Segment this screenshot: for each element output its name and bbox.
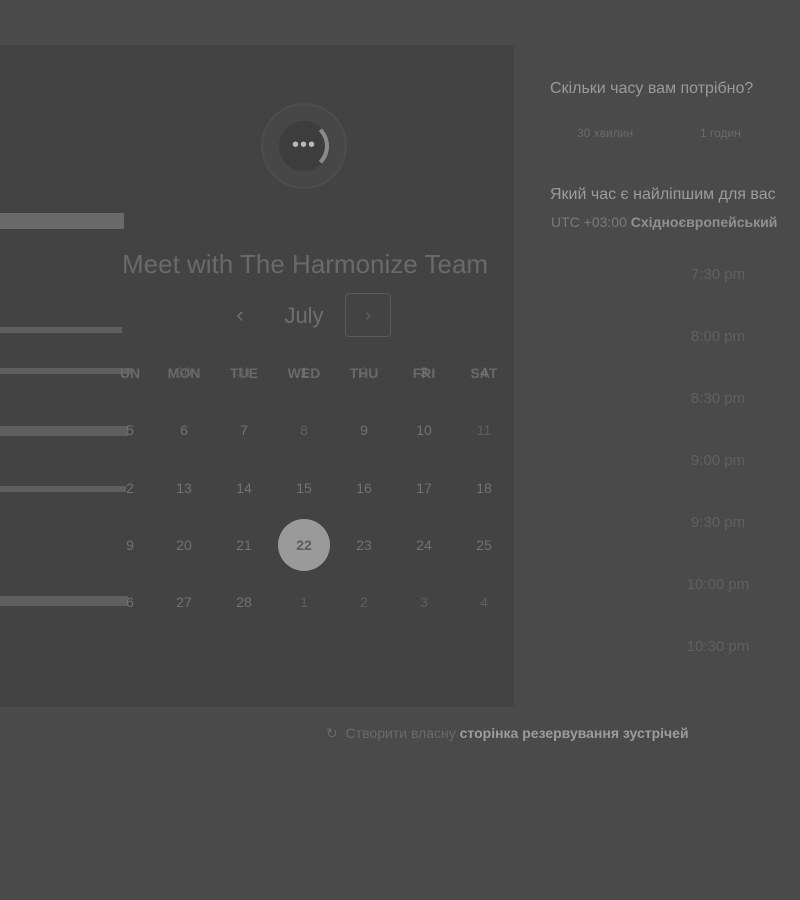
day-cell[interactable]: 4: [459, 359, 509, 385]
day-cell[interactable]: 8: [279, 417, 329, 443]
footer-prefix: Створити власну: [345, 725, 456, 741]
day-cell[interactable]: 5: [105, 417, 155, 443]
more-dots-icon: •••: [291, 134, 316, 156]
timezone-selector[interactable]: UTC +03:00 Східноєвропейський: [551, 214, 777, 230]
time-slot[interactable]: 10:30 pm: [668, 634, 768, 660]
duration-question: Скільки часу вам потрібно?: [550, 80, 754, 97]
day-cell[interactable]: 25: [459, 532, 509, 558]
duration-option-60[interactable]: 1 годин: [700, 126, 741, 140]
day-cell[interactable]: 1: [279, 359, 329, 385]
day-cell[interactable]: 30: [159, 359, 209, 385]
day-cell[interactable]: 16: [339, 475, 389, 501]
day-cell[interactable]: 7: [219, 417, 269, 443]
team-title: Meet with The Harmonize Team: [122, 249, 489, 279]
day-cell[interactable]: 2: [339, 589, 389, 615]
day-cell[interactable]: 18: [459, 475, 509, 501]
prev-month-button[interactable]: ‹: [230, 301, 250, 329]
day-cell[interactable]: 21: [219, 532, 269, 558]
day-cell[interactable]: 17: [399, 475, 449, 501]
timezone-name: Східноєвропейський: [630, 214, 778, 230]
scheduler-panel: ••• Meet with The Harmonize Team ‹ July …: [0, 45, 514, 707]
day-cell[interactable]: 14: [219, 475, 269, 501]
day-cell[interactable]: 2: [339, 359, 389, 385]
refresh-icon: ↻: [326, 725, 338, 741]
time-slot[interactable]: 7:30 pm: [668, 262, 768, 288]
day-cell[interactable]: 2: [105, 475, 155, 501]
day-cell[interactable]: 4: [459, 589, 509, 615]
time-question: Який час є найліпшим для вас: [550, 186, 776, 203]
footer-link[interactable]: сторінка резервування зустрічей: [460, 725, 689, 741]
day-cell[interactable]: 9: [105, 532, 155, 558]
day-cell[interactable]: 9: [339, 417, 389, 443]
time-slot[interactable]: 8:30 pm: [668, 386, 768, 412]
duration-option-30[interactable]: 30 хвилин: [577, 126, 633, 140]
footer-promo[interactable]: ↻ Створити власну сторінка резервування …: [326, 725, 689, 742]
day-cell[interactable]: 11: [459, 417, 509, 443]
timezone-offset: UTC +03:00: [551, 214, 627, 230]
day-cell[interactable]: [105, 359, 155, 385]
team-logo: •••: [261, 103, 347, 189]
day-cell[interactable]: 31: [219, 359, 269, 385]
day-cell[interactable]: 1: [279, 589, 329, 615]
time-slot[interactable]: 9:30 pm: [668, 510, 768, 536]
day-cell[interactable]: 3: [399, 589, 449, 615]
day-cell[interactable]: 10: [399, 417, 449, 443]
day-cell[interactable]: 28: [219, 589, 269, 615]
day-cell[interactable]: 6: [159, 417, 209, 443]
next-month-button[interactable]: ›: [345, 293, 391, 337]
day-cell[interactable]: 13: [159, 475, 209, 501]
month-label: July: [284, 303, 324, 328]
day-cell[interactable]: 23: [339, 532, 389, 558]
day-cell[interactable]: 6: [105, 589, 155, 615]
strip: [0, 213, 124, 229]
time-slot[interactable]: 9:00 pm: [668, 448, 768, 474]
day-cell[interactable]: 20: [159, 532, 209, 558]
day-cell[interactable]: 24: [399, 532, 449, 558]
time-slot[interactable]: 8:00 pm: [668, 324, 768, 350]
day-selected[interactable]: 22: [278, 519, 330, 571]
time-slot[interactable]: 10:00 pm: [668, 572, 768, 598]
logo-ring-icon: •••: [279, 121, 329, 171]
day-cell[interactable]: 3: [399, 359, 449, 385]
day-cell[interactable]: 15: [279, 475, 329, 501]
strip: [0, 327, 122, 333]
day-cell[interactable]: 27: [159, 589, 209, 615]
